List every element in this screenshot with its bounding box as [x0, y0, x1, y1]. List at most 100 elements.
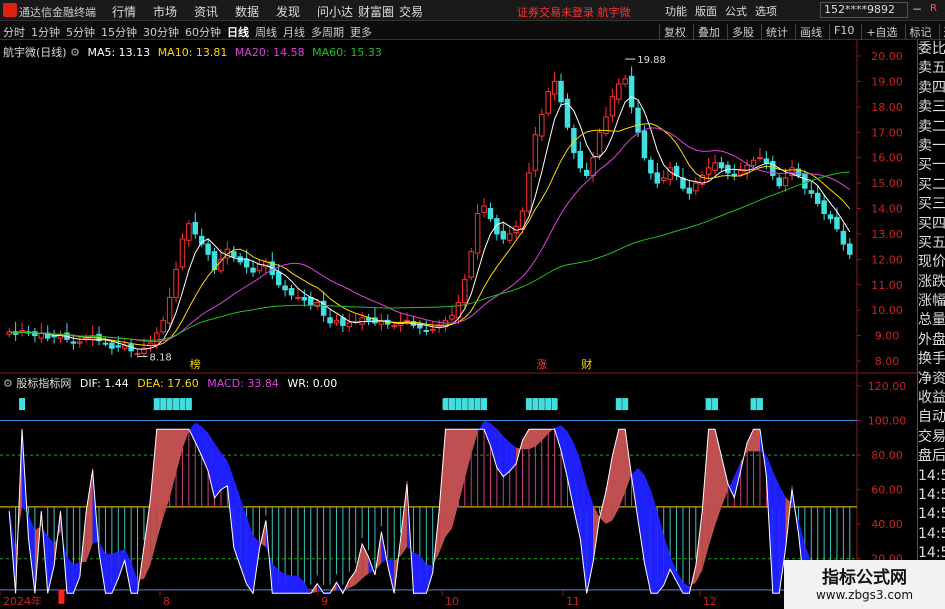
- indicator-settings-icon[interactable]: ⚙: [3, 377, 13, 390]
- side-panel-item[interactable]: 卖四: [918, 79, 945, 98]
- menu-layout[interactable]: 版面: [695, 3, 717, 19]
- signal-marker: [712, 398, 719, 411]
- candle-body: [121, 345, 128, 349]
- tab-daily[interactable]: 日线: [227, 24, 249, 40]
- tool-adjust[interactable]: 复权: [659, 24, 686, 40]
- candle-body: [462, 279, 468, 304]
- candle-body: [231, 251, 237, 258]
- band-fill: [246, 516, 254, 594]
- trade-login-alert[interactable]: 证券交易未登录 航宇微: [517, 4, 631, 20]
- tab-monthly[interactable]: 月线: [283, 24, 305, 40]
- band-fill: [670, 555, 677, 582]
- side-panel-item[interactable]: 买二: [918, 176, 945, 195]
- menu-formula[interactable]: 公式: [725, 3, 747, 19]
- kline-chart[interactable]: 20.00 19.00 18.00 17.00 16.00 15.00 14.00 13.00…: [0, 40, 917, 609]
- price-tick-label: 15.00: [871, 177, 903, 190]
- tab-5min[interactable]: 5分钟: [66, 24, 95, 40]
- tab-more[interactable]: 更多: [350, 24, 372, 40]
- candle-body: [532, 134, 539, 171]
- side-panel-item[interactable]: 交易: [918, 428, 945, 447]
- tab-60min[interactable]: 60分钟: [185, 24, 221, 40]
- tab-30min[interactable]: 30分钟: [143, 24, 179, 40]
- side-panel-item[interactable]: 卖一: [918, 137, 945, 156]
- candle-body: [827, 214, 834, 220]
- tool-f10[interactable]: F10: [829, 24, 854, 40]
- side-panel-item[interactable]: 自动: [918, 408, 945, 427]
- tool-multi-stock[interactable]: 多股: [727, 24, 754, 40]
- side-panel-item[interactable]: 涨幅: [918, 292, 945, 311]
- tool-draw-line[interactable]: 画线: [795, 24, 822, 40]
- side-panel-item[interactable]: 现价: [918, 253, 945, 272]
- user-account[interactable]: 152****9892: [820, 2, 908, 18]
- settings-icon[interactable]: ⚙: [70, 46, 80, 59]
- candle-body: [757, 157, 763, 160]
- signal-marker: [551, 398, 558, 411]
- stock-name: 航宇微(日线): [3, 46, 67, 59]
- side-panel-item[interactable]: 净资: [918, 370, 945, 389]
- menu-trade[interactable]: 交易: [399, 3, 436, 20]
- side-panel-item[interactable]: 委比: [918, 40, 945, 59]
- menu-ask[interactable]: 问小达: [317, 3, 354, 20]
- candle-body: [686, 187, 693, 194]
- signal-marker: [468, 398, 475, 411]
- r-badge[interactable]: R: [930, 3, 937, 14]
- side-panel-item[interactable]: 14:56: [918, 505, 945, 524]
- menu-options[interactable]: 选项: [755, 3, 777, 19]
- menu-quotes[interactable]: 行情: [112, 3, 149, 20]
- tab-15min[interactable]: 15分钟: [101, 24, 137, 40]
- tool-mark[interactable]: 标记: [904, 24, 932, 40]
- site-watermark: 指标公式网 www.zbgs3.com: [784, 560, 945, 609]
- indicator-tick-label: 100.00: [868, 415, 907, 428]
- side-panel-item[interactable]: 买一: [918, 156, 945, 175]
- candle-body: [641, 130, 648, 159]
- tool-stats[interactable]: 统计: [761, 24, 788, 40]
- high-price-label: 19.88: [637, 55, 666, 66]
- candle-body: [596, 131, 603, 156]
- tab-timeshare[interactable]: 分时: [3, 24, 25, 40]
- side-panel-item[interactable]: 盘后: [918, 447, 945, 466]
- side-panel-item[interactable]: 卖三: [918, 98, 945, 117]
- candle-body: [340, 317, 346, 326]
- side-panel-item[interactable]: 总量: [918, 311, 945, 330]
- menu-function[interactable]: 功能: [665, 3, 687, 19]
- candle-body: [481, 205, 487, 213]
- candle-body: [558, 80, 564, 103]
- tab-multi-period[interactable]: 多周期: [311, 24, 344, 40]
- menu-data[interactable]: 数据: [235, 3, 272, 20]
- side-panel-item[interactable]: 买三: [918, 195, 945, 214]
- menu-wealth[interactable]: 财富圈: [358, 3, 395, 20]
- minimize-icon[interactable]: −: [912, 2, 922, 16]
- tab-1min[interactable]: 1分钟: [31, 24, 60, 40]
- side-panel-item[interactable]: 卖五: [918, 59, 945, 78]
- band-fill: [291, 575, 298, 594]
- candle-body: [333, 319, 340, 324]
- signal-marker: [185, 398, 192, 411]
- side-panel-item[interactable]: 14:56: [918, 486, 945, 505]
- candle-body: [616, 83, 622, 100]
- tool-back[interactable]: 返回: [938, 24, 945, 40]
- signal-marker: [525, 398, 532, 411]
- tab-weekly[interactable]: 周线: [255, 24, 277, 40]
- side-panel-item[interactable]: 收益: [918, 389, 945, 408]
- band-fill: [490, 423, 497, 468]
- band-fill: [464, 429, 472, 480]
- band-fill: [176, 429, 183, 474]
- side-panel-item[interactable]: 14:56: [918, 467, 945, 486]
- band-fill: [618, 429, 626, 509]
- chart-tools: 复权 叠加 多股 统计 画线 F10 +自选 标记 返回: [659, 24, 945, 40]
- tool-overlay[interactable]: 叠加: [693, 24, 720, 40]
- side-panel-item[interactable]: 14:56: [918, 525, 945, 544]
- band-fill: [278, 570, 286, 594]
- menu-market[interactable]: 市场: [153, 3, 190, 20]
- side-panel-item[interactable]: 涨跌: [918, 273, 945, 292]
- menu-news[interactable]: 资讯: [194, 3, 231, 20]
- side-panel-item[interactable]: 买四: [918, 215, 945, 234]
- tool-add-watchlist[interactable]: +自选: [861, 24, 898, 40]
- side-panel-item[interactable]: 买五: [918, 234, 945, 253]
- indicator-name[interactable]: 股标指标网: [16, 377, 71, 390]
- side-panel-item[interactable]: 换手: [918, 350, 945, 369]
- side-panel-item[interactable]: 卖二: [918, 118, 945, 137]
- side-panel-item[interactable]: 外盘: [918, 331, 945, 350]
- menu-discover[interactable]: 发现: [276, 3, 313, 20]
- ma-legend: 航宇微(日线) ⚙ MA5: 13.13 MA10: 13.81 MA20: 1…: [3, 44, 382, 60]
